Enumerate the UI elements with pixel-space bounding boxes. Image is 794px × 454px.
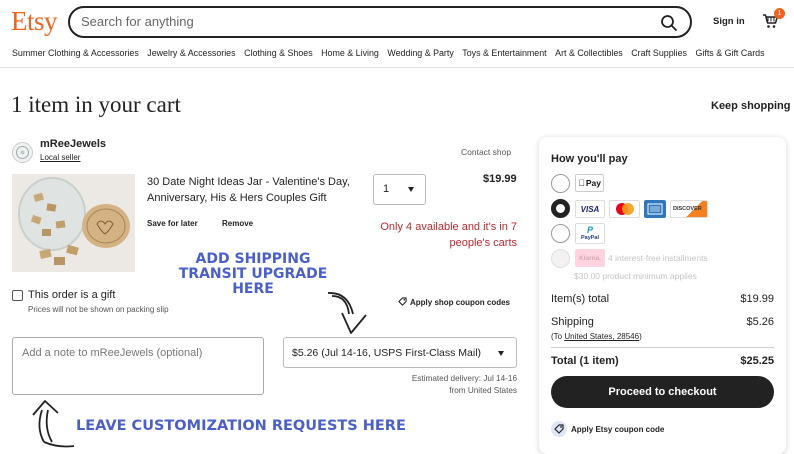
search-bar[interactable]: [68, 6, 692, 38]
contact-shop-link[interactable]: Contact shop: [461, 147, 511, 157]
category-link[interactable]: Jewelry & Accessories: [147, 48, 235, 58]
category-link[interactable]: Summer Clothing & Accessories: [12, 48, 139, 58]
shipping-option-value: $5.26 (Jul 14-16, USPS First-Class Mail): [292, 347, 482, 359]
ship-to-text: (To United States, 28546): [551, 332, 642, 341]
shipping-label: Shipping: [551, 316, 594, 328]
amex-icon: [647, 203, 663, 215]
cart-count-badge: 1: [774, 8, 785, 19]
ship-to-location-link[interactable]: United States, 28546: [564, 332, 639, 341]
paypal-logo: P PayPal: [575, 223, 605, 244]
search-input[interactable]: [81, 14, 641, 29]
category-link[interactable]: Home & Living: [321, 48, 379, 58]
estimated-delivery: Estimated delivery: Jul 14-16 from Unite…: [350, 373, 517, 397]
keep-shopping-link[interactable]: Keep shopping: [711, 100, 790, 112]
apply-shop-coupon-link[interactable]: Apply shop coupon codes: [398, 297, 510, 307]
visa-logo: VISA: [575, 200, 605, 218]
mastercard-logo: [609, 200, 640, 218]
paypal-radio[interactable]: [551, 224, 570, 243]
shop-logo-icon: [16, 146, 29, 159]
klarna-minimum-text: $30.00 product minimum applies: [574, 271, 697, 281]
apply-etsy-coupon-link[interactable]: Apply Etsy coupon code: [551, 421, 664, 437]
item-total-value: $19.99: [740, 293, 774, 305]
customization-annotation: LEAVE CUSTOMIZATION REQUESTS HERE: [76, 418, 406, 434]
apply-shop-coupon-label: Apply shop coupon codes: [410, 298, 511, 307]
shipping-value: $5.26: [746, 316, 774, 328]
klarna-logo: Klarna.: [575, 249, 605, 267]
quantity-value: 1: [383, 183, 390, 195]
search-icon[interactable]: [660, 14, 678, 32]
quantity-select[interactable]: 1: [373, 174, 426, 205]
category-link[interactable]: Toys & Entertainment: [462, 48, 546, 58]
site-header: Etsy Sign in 1 Summer Clothing & Accesso…: [0, 0, 794, 68]
remove-item-button[interactable]: Remove: [222, 219, 253, 228]
proceed-to-checkout-button[interactable]: Proceed to checkout: [551, 376, 774, 408]
apple-pay-radio[interactable]: [551, 174, 570, 193]
paypal-p-icon: P: [586, 225, 593, 235]
gift-checkbox[interactable]: [12, 290, 23, 301]
etsy-logo[interactable]: Etsy: [11, 6, 58, 37]
tag-icon: [398, 297, 407, 306]
curved-arrow-down-icon: [327, 292, 367, 334]
shipping-upgrade-annotation: ADD SHIPPING TRANSIT UPGRADE HERE: [178, 251, 328, 297]
item-total-label: Item(s) total: [551, 293, 610, 305]
page-title: 1 item in your cart: [11, 92, 181, 117]
estimated-delivery-origin: from United States: [449, 386, 517, 395]
shop-avatar[interactable]: [12, 142, 33, 163]
sign-in-link[interactable]: Sign in: [713, 16, 745, 27]
category-link[interactable]: Wedding & Party: [387, 48, 453, 58]
item-title-link[interactable]: 30 Date Night Ideas Jar - Valentine's Da…: [147, 174, 367, 206]
save-for-later-button[interactable]: Save for later: [147, 219, 198, 228]
total-value: $25.25: [740, 355, 774, 367]
shop-name-link[interactable]: mReeJewels: [40, 138, 106, 150]
summary-divider: [551, 347, 774, 348]
item-price: $19.99: [483, 173, 517, 185]
discover-logo: DISCOVER: [670, 200, 708, 218]
category-nav: Summer Clothing & Accessories Jewelry & …: [12, 48, 765, 58]
card-payment-radio[interactable]: [551, 199, 570, 218]
category-link[interactable]: Gifts & Gift Cards: [695, 48, 764, 58]
gift-helper-text: Prices will not be shown on packing slip: [28, 305, 169, 314]
amex-logo: [644, 200, 666, 218]
category-link[interactable]: Craft Supplies: [631, 48, 687, 58]
estimated-delivery-date: Estimated delivery: Jul 14-16: [411, 374, 517, 383]
total-label: Total (1 item): [551, 355, 619, 367]
mastercard-icon: [615, 203, 634, 215]
klarna-radio: [551, 249, 570, 268]
curved-arrow-up-icon: [32, 400, 75, 448]
order-summary-panel: How you'll pay Pay VISA DISCOVER PPayPa…: [539, 137, 786, 454]
product-thumbnail[interactable]: [12, 174, 135, 272]
category-link[interactable]: Clothing & Shoes: [244, 48, 313, 58]
stock-notice: Only 4 available and it's in 7 people's …: [380, 221, 517, 249]
klarna-installments-text: 4 interest-free installments: [608, 253, 708, 263]
chevron-down-icon: [408, 187, 414, 192]
shipping-option-select[interactable]: $5.26 (Jul 14-16, USPS First-Class Mail): [283, 337, 517, 368]
apple-icon: : [578, 178, 585, 188]
category-link[interactable]: Art & Collectibles: [555, 48, 623, 58]
coupon-badge: [551, 421, 567, 437]
local-seller-badge[interactable]: Local seller: [40, 153, 80, 162]
gift-checkbox-label[interactable]: This order is a gift: [28, 289, 115, 301]
apple-pay-logo: Pay: [575, 174, 604, 192]
caret-down-icon: [498, 351, 504, 356]
apply-etsy-coupon-label: Apply Etsy coupon code: [571, 424, 665, 434]
product-image: [12, 174, 135, 272]
tag-icon: [554, 424, 564, 434]
payment-title: How you'll pay: [551, 153, 628, 165]
note-to-seller-field[interactable]: [12, 337, 264, 395]
